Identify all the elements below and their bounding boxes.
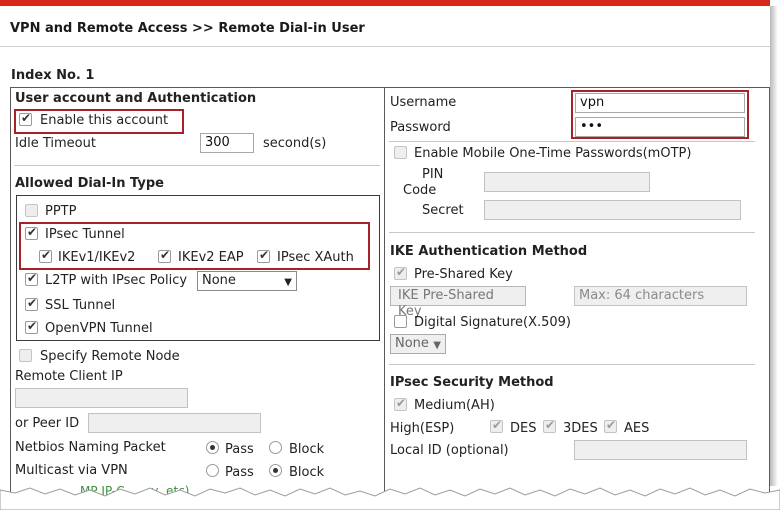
multicast-block-radio[interactable] [269,464,282,477]
idle-timeout-label: Idle Timeout [15,136,96,151]
page-shadow [770,6,778,486]
password-input[interactable]: ••• [575,117,745,137]
ikev1-checkbox[interactable] [39,248,52,263]
chevron-down-icon: ▼ [284,277,292,288]
preshared-key-label: Pre-Shared Key [414,267,513,282]
top-accent-bar [0,0,770,6]
multicast-pass-radio[interactable] [206,464,219,477]
pin-code-input[interactable] [484,172,650,192]
right-separator-2 [389,232,755,233]
ssl-tunnel-label: SSL Tunnel [45,298,116,313]
peer-id-label: or Peer ID [15,416,80,431]
breadcrumb: VPN and Remote Access >> Remote Dial-in … [10,21,365,36]
high-esp-label: High(ESP) [390,421,455,436]
password-label: Password [390,120,451,135]
mobile-otp-label: Enable Mobile One-Time Passwords(mOTP) [414,146,692,161]
openvpn-checkbox[interactable] [25,319,38,334]
remote-client-ip-input[interactable] [15,388,188,408]
local-id-label: Local ID (optional) [390,443,509,458]
multicast-pass-label: Pass [225,465,254,480]
specify-remote-node-checkbox[interactable] [19,349,32,362]
des-label: DES [510,421,537,436]
ipsec-xauth-label: IPsec XAuth [277,250,354,265]
code-label: Code [403,183,437,198]
secret-input[interactable] [484,200,741,220]
ipsec-tunnel-checkbox[interactable] [25,225,38,240]
digital-signature-label: Digital Signature(X.509) [414,315,572,330]
specify-remote-node-label: Specify Remote Node [40,349,180,364]
idle-timeout-input[interactable]: 300 [200,133,254,153]
enable-account-label: Enable this account [40,113,169,128]
ipsec-xauth-checkbox[interactable] [257,248,270,263]
openvpn-label: OpenVPN Tunnel [45,321,153,336]
ike-auth-title: IKE Authentication Method [390,244,588,259]
breadcrumb-divider [0,46,770,47]
medium-ah-label: Medium(AH) [414,398,495,413]
panel-divider [384,87,385,507]
l2tp-checkbox[interactable] [25,271,38,286]
l2tp-policy-select[interactable]: None ▼ [197,271,297,291]
remote-client-ip-label: Remote Client IP [15,369,123,384]
mobile-otp-checkbox[interactable] [394,146,407,159]
idle-timeout-unit: second(s) [263,136,327,151]
netbios-pass-label: Pass [225,442,254,457]
peer-id-input[interactable] [88,413,261,433]
des-checkbox[interactable] [490,418,503,433]
ikev2-eap-label: IKEv2 EAP [178,250,244,265]
ssl-tunnel-checkbox[interactable] [25,296,38,311]
ipsec-tunnel-label: IPsec Tunnel [45,227,125,242]
3des-checkbox[interactable] [543,418,556,433]
enable-account-checkbox[interactable] [19,111,32,126]
local-id-input[interactable] [574,440,747,460]
ikev1-label: IKEv1/IKEv2 [58,250,136,265]
l2tp-policy-value: None [202,273,236,288]
aes-label: AES [624,421,650,436]
torn-edge [0,487,780,510]
l2tp-label: L2TP with IPsec Policy [45,273,188,288]
multicast-label: Multicast via VPN [15,463,128,478]
multicast-block-label: Block [289,465,325,480]
user-account-title: User account and Authentication [15,91,257,106]
3des-label: 3DES [563,421,598,436]
username-label: Username [390,95,457,110]
digital-signature-checkbox[interactable] [394,315,407,328]
netbios-block-radio[interactable] [269,441,282,454]
pptp-checkbox[interactable] [25,204,38,217]
dialin-type-title: Allowed Dial-In Type [15,176,164,191]
pin-label: PIN [422,167,444,182]
chevron-down-icon: ▼ [433,340,441,351]
left-separator-1 [14,165,380,166]
netbios-pass-radio[interactable] [206,441,219,454]
medium-ah-checkbox[interactable] [394,396,407,411]
netbios-label: Netbios Naming Packet [15,440,166,455]
right-separator-3 [389,364,755,365]
preshared-key-checkbox[interactable] [394,265,407,280]
ipsec-security-title: IPsec Security Method [390,375,554,390]
ike-preshared-key-button[interactable]: IKE Pre-Shared Key [390,286,526,319]
right-separator-1 [389,141,755,142]
netbios-block-label: Block [289,442,325,457]
aes-checkbox[interactable] [604,418,617,433]
ikev2-eap-checkbox[interactable] [158,248,171,263]
username-input[interactable]: vpn [575,93,745,113]
secret-label: Secret [422,203,464,218]
index-label: Index No. 1 [11,68,95,83]
signature-select-value: None [395,336,429,351]
pptp-label: PPTP [45,204,77,219]
signature-select[interactable]: None ▼ [390,334,446,354]
preshared-key-input[interactable]: Max: 64 characters [574,286,747,306]
